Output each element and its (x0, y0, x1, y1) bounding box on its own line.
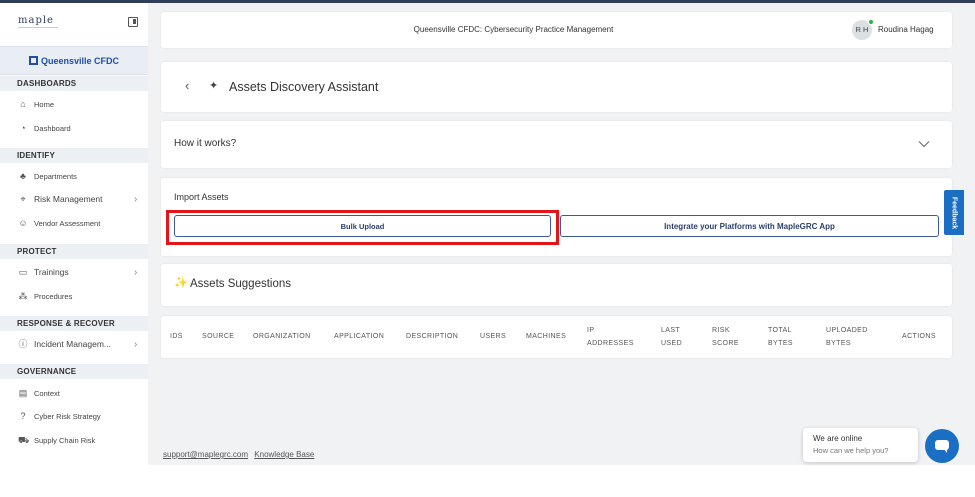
sidebar-item-dashboard[interactable]: ◔ Dashboard (0, 118, 148, 138)
chevron-right-icon: › (134, 338, 138, 350)
bulk-upload-button[interactable]: Bulk Upload (174, 215, 551, 237)
head-question-icon: ? (20, 411, 26, 421)
assets-suggestions-card: ✨ Assets Suggestions (161, 264, 952, 306)
section-protect: PROTECT (0, 244, 148, 259)
chevron-right-icon: › (134, 193, 138, 205)
sidebar-item-label: Departments (34, 171, 77, 181)
sidebar-item-label: Trainings (34, 267, 69, 277)
column-header[interactable]: ACTIONS (902, 330, 936, 343)
sidebar-item-label: Vendor Assessment (34, 218, 101, 228)
support-email-link[interactable]: support@maplegrc.com (163, 450, 248, 459)
header-title: Queensville CFDC: Cybersecurity Practice… (413, 25, 614, 34)
assets-table-header: IDS SOURCE ORGANIZATION APPLICATION DESC… (161, 316, 952, 358)
sidebar-item-departments[interactable]: ♣ Departments (0, 166, 148, 186)
column-header[interactable]: APPLICATION (334, 330, 384, 343)
hierarchy-icon: ⁂ (18, 291, 28, 301)
page-title: Assets Discovery Assistant (229, 80, 379, 94)
integrate-platforms-button[interactable]: Integrate your Platforms with MapleGRC A… (560, 215, 939, 237)
sidebar-item-label: Home (34, 99, 55, 109)
section-dashboards: DASHBOARDS (0, 76, 148, 91)
sidebar-item-label: Procedures (34, 291, 73, 301)
section-governance: GOVERNANCE (0, 364, 148, 379)
column-header[interactable]: USERS (480, 330, 506, 343)
sidebar-item-label: Dashboard (34, 123, 71, 133)
column-header[interactable]: UPLOADED BYTES (826, 324, 878, 350)
top-header: Queensville CFDC: Cybersecurity Practice… (161, 12, 952, 48)
sidebar-item-vendor-assessment[interactable]: ☺ Vendor Assessment (0, 213, 148, 233)
alert-circle-icon: ⓘ (18, 339, 28, 349)
column-header[interactable]: IDS (170, 330, 183, 343)
home-icon: ⌂ (20, 99, 26, 109)
how-it-works-label: How it works? (174, 138, 237, 149)
chat-prompt-bubble[interactable]: We are online How can we help you? (803, 428, 918, 462)
org-name: Queensville CFDC (40, 55, 120, 66)
online-status-dot (868, 19, 874, 25)
users-icon: ☺ (18, 218, 28, 228)
org-selector[interactable]: Queensville CFDC (0, 46, 148, 75)
presentation-icon: ▭ (18, 267, 28, 277)
page-title-card: ‹ ✦ Assets Discovery Assistant (161, 62, 952, 112)
section-identify: IDENTIFY (0, 148, 148, 163)
column-header[interactable]: SOURCE (202, 330, 234, 343)
sidebar-item-label: Context (34, 388, 60, 398)
footer: support@maplegrc.com Knowledge Base (163, 450, 318, 459)
document-icon: ▤ (18, 388, 28, 398)
sidebar-item-home[interactable]: ⌂ Home (0, 94, 148, 114)
truck-icon: ⛟ (18, 435, 30, 445)
column-header[interactable]: TOTAL BYTES (768, 324, 804, 350)
sidebar-item-context[interactable]: ▤ Context (0, 383, 148, 403)
target-icon: ⌖ (20, 194, 26, 204)
column-header[interactable]: MACHINES (526, 330, 566, 343)
chat-prompt: How can we help you? (813, 446, 889, 455)
column-header[interactable]: RISK SCORE (712, 324, 744, 350)
section-response-recover: RESPONSE & RECOVER (0, 316, 148, 331)
assets-suggestions-title: Assets Suggestions (190, 278, 292, 290)
gauge-icon: ◔ (20, 123, 26, 133)
feedback-label: Feedback (950, 196, 958, 229)
sparkles-icon: ✨ (174, 277, 188, 289)
chat-status: We are online (813, 434, 863, 443)
import-assets-card: Import Assets Bulk Upload Integrate your… (161, 178, 952, 256)
sidebar-collapse-icon[interactable] (128, 17, 138, 27)
sidebar-item-supply-chain-risk[interactable]: ⛟ Supply Chain Risk (0, 430, 148, 450)
feedback-tab[interactable]: Feedback (944, 190, 964, 235)
sidebar-item-incident-management[interactable]: ⓘ Incident Managem... › (0, 334, 148, 354)
sparkle-icon: ✦ (209, 80, 219, 92)
column-header[interactable]: IP ADDRESSES (587, 324, 639, 350)
logo-underline (18, 27, 58, 30)
chevron-left-icon[interactable]: ‹ (185, 79, 189, 93)
sidebar-item-label: Cyber Risk Strategy (34, 411, 101, 421)
org-chart-icon: ♣ (20, 171, 26, 181)
sidebar-item-risk-management[interactable]: ⌖ Risk Management › (0, 189, 148, 209)
sidebar-item-cyber-risk-strategy[interactable]: ? Cyber Risk Strategy (0, 406, 148, 426)
building-icon (28, 56, 38, 65)
logo[interactable]: maple (18, 15, 58, 26)
sidebar-item-label: Supply Chain Risk (34, 435, 96, 445)
sidebar-item-label: Incident Managem... (34, 339, 112, 349)
sidebar-item-label: Risk Management (34, 194, 103, 204)
column-header[interactable]: DESCRIPTION (406, 330, 458, 343)
chevron-right-icon: › (134, 266, 138, 278)
column-header[interactable]: ORGANIZATION (253, 330, 311, 343)
chevron-down-icon[interactable] (918, 138, 930, 150)
how-it-works-accordion[interactable]: How it works? (161, 121, 952, 168)
user-name[interactable]: Roudina Hagag (878, 25, 934, 34)
sidebar-item-procedures[interactable]: ⁂ Procedures (0, 286, 148, 306)
main-content: Queensville CFDC: Cybersecurity Practice… (148, 3, 975, 465)
column-header[interactable]: LAST USED (661, 324, 691, 350)
import-assets-label: Import Assets (174, 192, 229, 202)
knowledge-base-link[interactable]: Knowledge Base (254, 450, 314, 459)
app-root: maple Queensville CFDC DASHBOARDS ⌂ Home… (0, 0, 975, 497)
sidebar-item-trainings[interactable]: ▭ Trainings › (0, 262, 148, 282)
sidebar: maple Queensville CFDC DASHBOARDS ⌂ Home… (0, 3, 148, 465)
chat-launcher-button[interactable] (925, 429, 959, 463)
